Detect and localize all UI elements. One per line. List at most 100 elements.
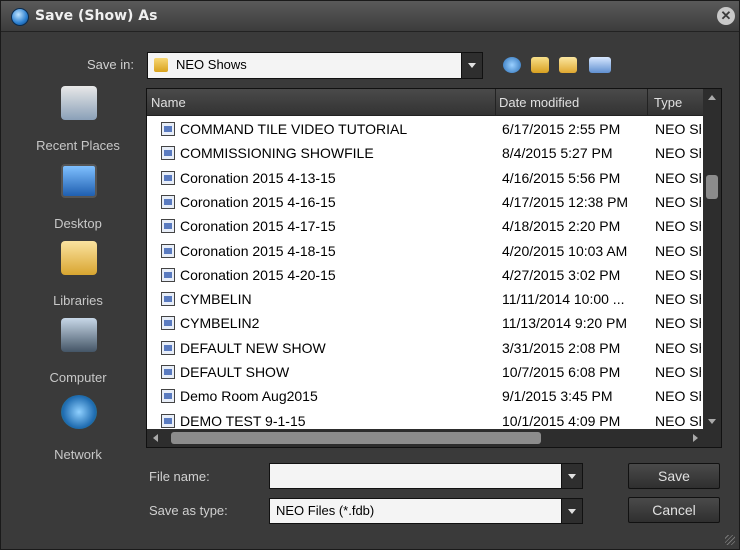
show-file-icon bbox=[161, 316, 175, 331]
file-row[interactable]: COMMISSIONING SHOWFILE 8/4/2015 5:27 PM NE… bbox=[147, 141, 703, 165]
chevron-down-icon[interactable] bbox=[561, 464, 582, 488]
file-date-cell: 10/1/2015 4:09 PM bbox=[502, 412, 621, 429]
folder-icon bbox=[154, 58, 168, 72]
back-icon[interactable] bbox=[503, 57, 521, 73]
file-row[interactable]: COMMAND TILE VIDEO TUTORIAL 6/17/2015 2:5… bbox=[147, 117, 703, 141]
file-date-cell: 4/20/2015 10:03 AM bbox=[502, 242, 628, 259]
computer-icon bbox=[61, 318, 97, 352]
file-type-cell: NEO Sh bbox=[655, 121, 701, 137]
file-row[interactable]: Coronation 2015 4-13-15 4/16/2015 5:56 PM… bbox=[147, 166, 703, 190]
file-name-cell: DEFAULT SHOW bbox=[180, 364, 290, 380]
scroll-right-icon[interactable] bbox=[687, 429, 703, 447]
file-type-cell: NEO Sh bbox=[655, 412, 701, 429]
scroll-left-icon[interactable] bbox=[147, 429, 163, 447]
file-date-cell: 9/1/2015 3:45 PM bbox=[502, 388, 613, 405]
file-name-cell: COMMISSIONING SHOWFILE bbox=[180, 145, 374, 162]
file-name-cell: Demo Room Aug2015 bbox=[180, 388, 318, 405]
file-name-cell: Coronation 2015 4-20-15 bbox=[180, 266, 336, 283]
dialog-title: Save (Show) As bbox=[35, 8, 158, 24]
column-separator[interactable] bbox=[495, 89, 496, 115]
chevron-down-icon[interactable] bbox=[561, 499, 582, 523]
file-name-cell: Coronation 2015 4-18-15 bbox=[180, 242, 336, 259]
save-in-value: NEO Shows bbox=[176, 57, 247, 72]
file-name-input[interactable] bbox=[269, 463, 583, 489]
file-type-cell: NEO Sh bbox=[655, 145, 701, 162]
file-name-cell: DEMO TEST 9-1-15 bbox=[180, 412, 306, 429]
column-separator[interactable] bbox=[647, 89, 648, 115]
views-menu-icon[interactable] bbox=[589, 57, 611, 73]
place-label: Libraries bbox=[53, 293, 103, 308]
file-name-cell: DEFAULT NEW SHOW bbox=[180, 339, 326, 356]
column-header-type[interactable]: Type bbox=[654, 95, 682, 110]
file-name-cell: CYMBELIN bbox=[180, 291, 252, 308]
save-as-type-label: Save as type: bbox=[149, 503, 228, 518]
desktop-icon bbox=[61, 164, 97, 198]
show-file-icon bbox=[161, 243, 175, 258]
show-file-icon bbox=[161, 219, 175, 234]
new-folder-icon[interactable] bbox=[559, 57, 577, 73]
show-file-icon bbox=[161, 267, 175, 282]
file-date-cell: 4/17/2015 12:38 PM bbox=[502, 193, 629, 210]
file-type-cell: NEO Sh bbox=[655, 169, 701, 186]
file-date-cell: 6/17/2015 2:55 PM bbox=[502, 121, 621, 137]
save-in-dropdown[interactable]: NEO Shows bbox=[147, 52, 483, 79]
file-type-cell: NEO Sh bbox=[655, 291, 701, 308]
close-button[interactable]: ✕ bbox=[717, 7, 735, 25]
file-date-cell: 4/16/2015 5:56 PM bbox=[502, 169, 621, 186]
file-row[interactable]: Coronation 2015 4-17-15 4/18/2015 2:20 PM… bbox=[147, 214, 703, 238]
show-file-icon bbox=[161, 389, 175, 404]
file-row[interactable]: Demo Room Aug2015 9/1/2015 3:45 PM NEO Sh bbox=[147, 384, 703, 408]
show-file-icon bbox=[161, 340, 175, 355]
file-type-cell: NEO Sh bbox=[655, 315, 701, 332]
show-file-icon bbox=[161, 413, 175, 428]
file-list[interactable]: Name Date modified Type COMMAND TILE VID… bbox=[146, 88, 722, 448]
file-type-cell: NEO Sh bbox=[655, 242, 701, 259]
file-type-cell: NEO Sh bbox=[655, 364, 701, 380]
cancel-button[interactable]: Cancel bbox=[628, 497, 720, 523]
place-label: Desktop bbox=[54, 216, 102, 231]
show-file-icon bbox=[161, 170, 175, 185]
save-as-type-dropdown[interactable]: NEO Files (*.fdb) bbox=[269, 498, 583, 524]
file-row[interactable]: CYMBELIN 11/11/2014 10:00 ... NEO Sh bbox=[147, 287, 703, 311]
file-name-cell: Coronation 2015 4-17-15 bbox=[180, 218, 336, 235]
file-row[interactable]: Coronation 2015 4-20-15 4/27/2015 3:02 PM… bbox=[147, 263, 703, 287]
vertical-scroll-thumb[interactable] bbox=[706, 175, 718, 199]
scroll-corner bbox=[703, 429, 721, 447]
file-type-cell: NEO Sh bbox=[655, 388, 701, 405]
file-row[interactable]: CYMBELIN2 11/13/2014 9:20 PM NEO Sh bbox=[147, 311, 703, 335]
place-label: Computer bbox=[49, 370, 107, 385]
file-date-cell: 4/18/2015 2:20 PM bbox=[502, 218, 621, 235]
file-row[interactable]: DEFAULT SHOW 10/7/2015 6:08 PM NEO Sh bbox=[147, 360, 703, 384]
file-row[interactable]: DEFAULT NEW SHOW 3/31/2015 2:08 PM NEO Sh bbox=[147, 336, 703, 360]
scroll-down-icon[interactable] bbox=[703, 413, 721, 429]
file-row[interactable]: Coronation 2015 4-16-15 4/17/2015 12:38 P… bbox=[147, 190, 703, 214]
column-header-date[interactable]: Date modified bbox=[499, 95, 579, 110]
chevron-down-icon[interactable] bbox=[461, 53, 482, 78]
file-date-cell: 8/4/2015 5:27 PM bbox=[502, 145, 613, 162]
resize-grip[interactable] bbox=[725, 535, 735, 545]
show-file-icon bbox=[161, 194, 175, 209]
network-icon bbox=[61, 395, 97, 429]
app-icon bbox=[11, 8, 29, 26]
horizontal-scroll-thumb[interactable] bbox=[171, 432, 541, 444]
libraries-icon bbox=[61, 241, 97, 275]
recent-places-icon bbox=[61, 86, 97, 120]
file-date-cell: 4/27/2015 3:02 PM bbox=[502, 266, 621, 283]
file-type-cell: NEO Sh bbox=[655, 339, 701, 356]
horizontal-scrollbar[interactable] bbox=[147, 429, 703, 447]
file-type-cell: NEO Sh bbox=[655, 193, 701, 210]
file-date-cell: 10/7/2015 6:08 PM bbox=[502, 364, 621, 380]
file-name-cell: COMMAND TILE VIDEO TUTORIAL bbox=[180, 121, 408, 137]
file-type-cell: NEO Sh bbox=[655, 266, 701, 283]
file-name-label: File name: bbox=[149, 469, 210, 484]
column-header-row: Name Date modified Type bbox=[147, 89, 703, 116]
column-header-name[interactable]: Name bbox=[151, 95, 186, 110]
save-button[interactable]: Save bbox=[628, 463, 720, 489]
file-row[interactable]: Coronation 2015 4-18-15 4/20/2015 10:03 A… bbox=[147, 239, 703, 263]
file-date-cell: 11/11/2014 10:00 ... bbox=[502, 291, 625, 308]
file-type-cell: NEO Sh bbox=[655, 218, 701, 235]
up-folder-icon[interactable] bbox=[531, 57, 549, 73]
title-bar[interactable]: Save (Show) As ✕ bbox=[1, 1, 739, 32]
scroll-up-icon[interactable] bbox=[703, 89, 721, 105]
vertical-scrollbar[interactable] bbox=[703, 89, 721, 429]
